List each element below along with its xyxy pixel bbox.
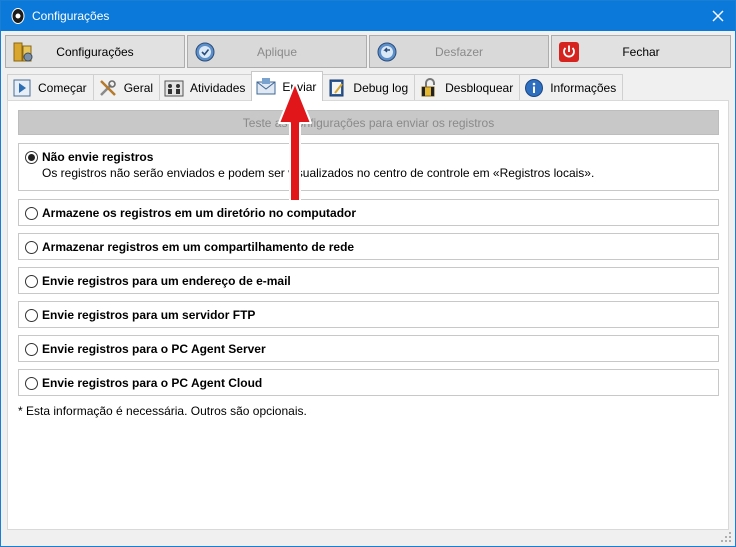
apply-button[interactable]: Aplique (187, 35, 367, 68)
option-label: Não envie registros (42, 150, 154, 164)
radio-agent-server[interactable] (25, 342, 38, 356)
tab-general[interactable]: Geral (92, 74, 161, 101)
tab-start-label: Começar (38, 81, 87, 95)
toolbar: Configurações Aplique Desfazer Fechar (5, 35, 731, 68)
option-label: Envie registros para um endereço de e-ma… (42, 274, 291, 288)
option-agent-cloud[interactable]: Envie registros para o PC Agent Cloud (18, 369, 719, 396)
test-settings-button[interactable]: Teste as configurações para enviar os re… (18, 110, 719, 135)
option-email[interactable]: Envie registros para um endereço de e-ma… (18, 267, 719, 294)
apply-button-label: Aplique (256, 44, 298, 59)
close-button[interactable]: Fechar (551, 35, 731, 68)
app-icon (10, 8, 26, 24)
play-icon (12, 78, 32, 98)
settings-icon (12, 41, 34, 63)
notebook-icon (327, 78, 347, 98)
tab-unlock-label: Desbloquear (445, 81, 514, 95)
settings-button[interactable]: Configurações (5, 35, 185, 68)
option-label: Armazenar registros em um compartilhamen… (42, 240, 355, 254)
tab-info[interactable]: Informações (519, 74, 624, 101)
envelope-icon (256, 77, 276, 97)
option-ftp[interactable]: Envie registros para um servidor FTP (18, 301, 719, 328)
footnote: * Esta informação é necessária. Outros s… (18, 404, 307, 418)
title-bar[interactable]: Configurações (1, 1, 735, 31)
annotation-arrow (278, 82, 312, 202)
tab-activities-label: Atividades (190, 81, 246, 95)
radio-agent-cloud[interactable] (25, 376, 38, 390)
radio-directory[interactable] (25, 206, 38, 220)
tab-info-label: Informações (550, 81, 617, 95)
tab-activities[interactable]: Atividades (159, 74, 253, 101)
option-do-not-send[interactable]: Não envie registros Os registros não ser… (18, 143, 719, 191)
padlock-icon (419, 78, 439, 98)
send-panel: Teste as configurações para enviar os re… (7, 100, 729, 530)
radio-ftp[interactable] (25, 308, 38, 322)
settings-window: Configurações Configurações Aplique Desf… (0, 0, 736, 547)
settings-button-label: Configurações (56, 44, 134, 59)
power-icon (558, 41, 580, 63)
radio-email[interactable] (25, 274, 38, 288)
tools-icon (98, 78, 118, 98)
people-icon (164, 78, 184, 98)
tab-unlock[interactable]: Desbloquear (414, 74, 521, 101)
option-label: Armazene os registros em um diretório no… (42, 206, 357, 220)
undo-clock-icon (376, 41, 398, 63)
tab-bar: Começar Geral Atividades Enviar Debug lo… (7, 71, 624, 101)
close-button-label: Fechar (622, 44, 660, 59)
option-agent-server[interactable]: Envie registros para o PC Agent Server (18, 335, 719, 362)
clock-check-icon (194, 41, 216, 63)
tab-debug-log-label: Debug log (353, 81, 409, 95)
radio-do-not-send[interactable] (25, 150, 38, 164)
option-network-share[interactable]: Armazenar registros em um compartilhamen… (18, 233, 719, 260)
tab-general-label: Geral (123, 81, 154, 95)
option-label: Envie registros para o PC Agent Server (42, 342, 266, 356)
resize-grip-icon[interactable] (720, 531, 732, 543)
option-description: Os registros não serão enviados e podem … (42, 166, 595, 180)
option-directory[interactable]: Armazene os registros em um diretório no… (18, 199, 719, 226)
radio-network-share[interactable] (25, 240, 38, 254)
undo-button-label: Desfazer (434, 44, 484, 59)
window-title: Configurações (32, 9, 110, 23)
info-icon (524, 78, 544, 98)
tab-debug-log[interactable]: Debug log (322, 74, 416, 101)
undo-button[interactable]: Desfazer (369, 35, 549, 68)
tab-start[interactable]: Começar (7, 74, 94, 101)
close-icon[interactable] (709, 7, 727, 25)
option-label: Envie registros para o PC Agent Cloud (42, 376, 263, 390)
option-label: Envie registros para um servidor FTP (42, 308, 256, 322)
